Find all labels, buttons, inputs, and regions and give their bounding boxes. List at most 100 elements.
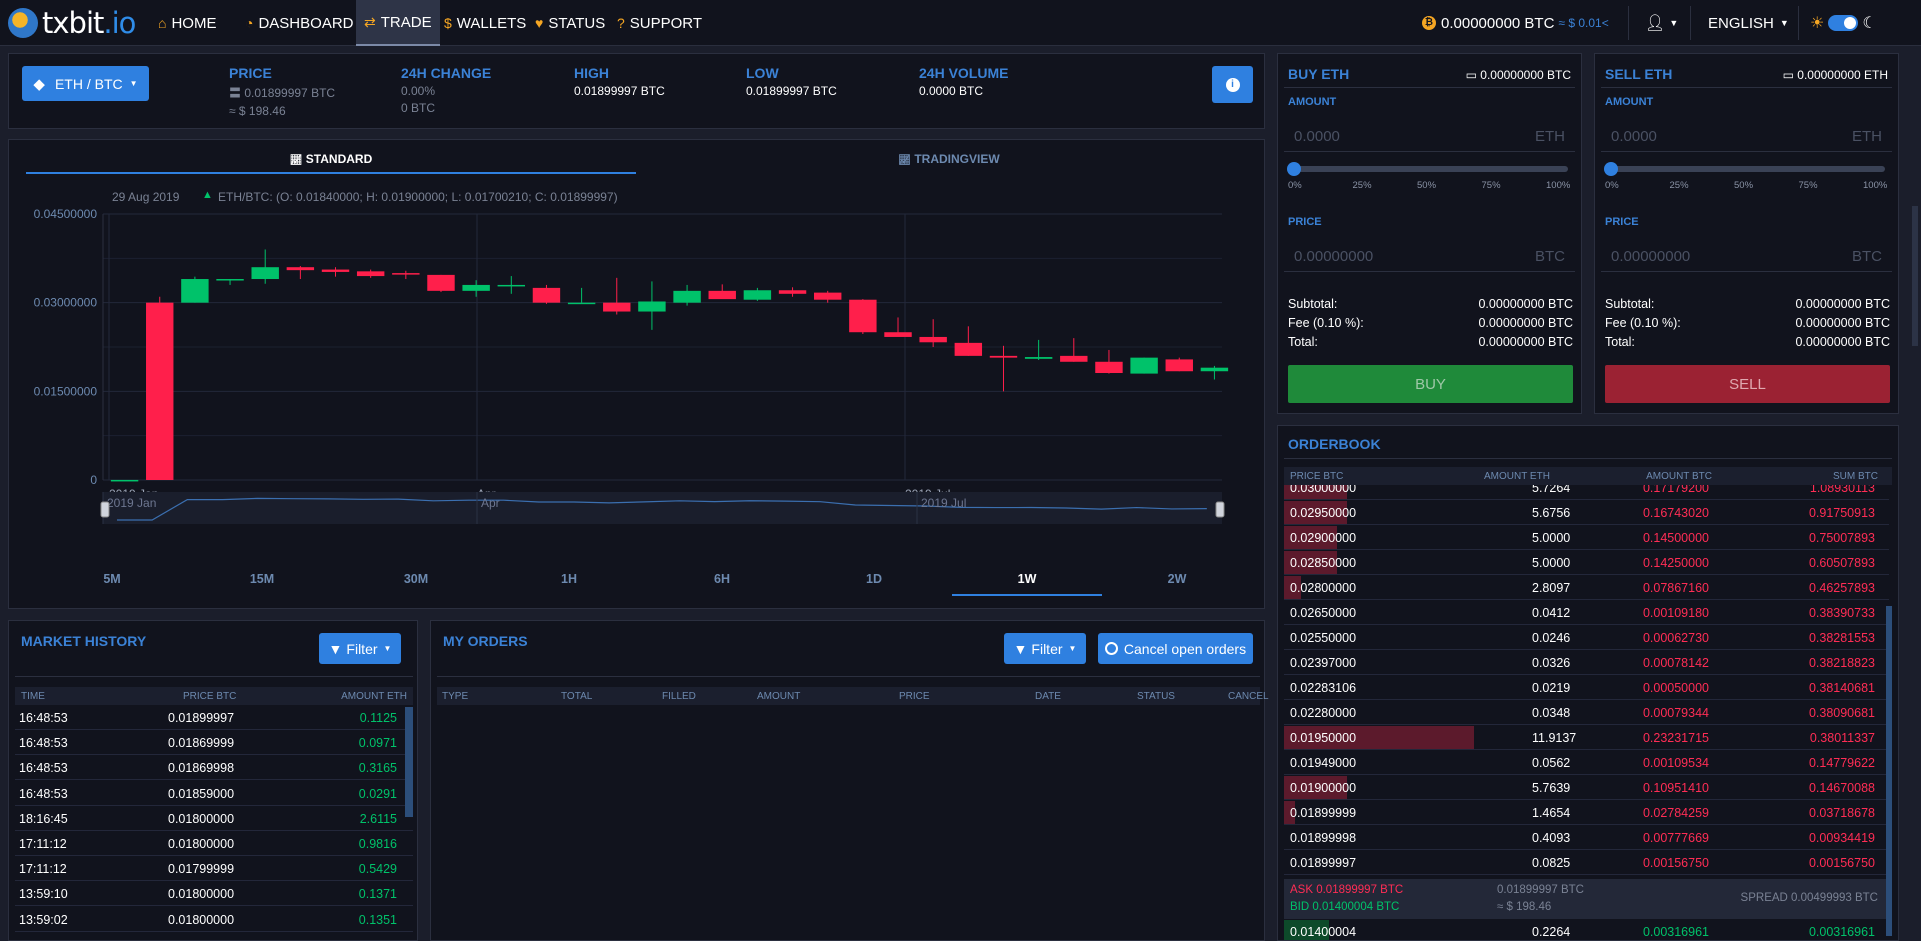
orderbook-ask-row[interactable]: 0.02800000 2.8097 0.07867160 0.46257893 [1284,575,1889,600]
user-menu[interactable]: 👤︎ ▼ [1645,0,1678,46]
nav-support[interactable]: ? SUPPORT [609,0,710,46]
timeframe-5m[interactable]: 5M [37,572,187,596]
mo-col-cancel[interactable]: CANCEL [1228,691,1269,702]
mo-col-type[interactable]: TYPE [442,691,468,702]
navigator-handle[interactable] [1215,501,1225,518]
orderbook-ask-row[interactable]: 0.02280000 0.0348 0.00079344 0.38090681 [1284,700,1889,725]
market-history-row[interactable]: 18:16:45 0.01800000 2.6115 [15,806,413,831]
buy-percent-label[interactable]: 0% [1288,180,1302,191]
market-history-row[interactable]: 16:48:53 0.01869998 0.3165 [15,755,413,781]
buy-percent-label[interactable]: 100% [1546,180,1570,191]
ask-amount: 0.0348 [1532,705,1571,720]
timeframe-1w[interactable]: 1W [952,572,1102,596]
ticker-panel: ◆ ETH / BTC ▼ PRICE 〓 0.01899997 BTC ≈ $… [8,53,1265,129]
buy-percent-label[interactable]: 25% [1353,180,1372,191]
orderbook-ask-row[interactable]: 0.02283106 0.0219 0.00050000 0.38140681 [1284,675,1889,700]
mo-col-date[interactable]: DATE [1035,691,1061,702]
market-history-row[interactable]: 16:48:53 0.01899997 0.1125 [15,705,413,730]
sell-percent-label[interactable]: 25% [1670,180,1689,191]
buy-percent-label[interactable]: 50% [1417,180,1436,191]
nav-status[interactable]: ♥ STATUS [527,0,613,46]
buy-amount-slider[interactable] [1287,162,1568,176]
market-history-row[interactable]: 17:11:12 0.01799999 0.5429 [15,856,413,882]
orderbook-ask-row[interactable]: 0.01950000 11.9137 0.23231715 0.38011337 [1284,725,1889,750]
orderbook-ask-row[interactable]: 0.02550000 0.0246 0.00062730 0.38281553 [1284,625,1889,650]
cancel-open-orders-button[interactable]: Cancel open orders [1098,633,1253,664]
ban-icon [1104,642,1118,655]
pair-selector[interactable]: ◆ ETH / BTC ▼ [22,66,149,101]
buy-amount-input[interactable]: 0.0000 ETH [1284,122,1575,152]
toggle-switch[interactable] [1828,15,1859,31]
language-selector[interactable]: ENGLISH ▼ [1708,0,1789,46]
market-history-row[interactable]: 13:59:10 0.01800000 0.1371 [15,881,413,907]
timeframe-1d[interactable]: 1D [799,572,949,596]
orderbook-asks[interactable]: 0.03000000 5.7264 0.17179200 1.08930113 0.02… [1284,485,1889,885]
orderbook-ask-row[interactable]: 0.02850000 5.0000 0.14250000 0.60507893 [1284,550,1889,575]
buy-button[interactable]: BUY [1288,365,1573,403]
orderbook-ask-row[interactable]: 0.01900000 5.7639 0.10951410 0.14670088 [1284,775,1889,800]
orderbook-ask-row[interactable]: 0.01899998 0.4093 0.00777669 0.00934419 [1284,825,1889,850]
nav-dashboard[interactable]: ◔ DASHBOARD [237,0,362,46]
sell-amount-slider[interactable] [1604,162,1885,176]
timeframe-2w[interactable]: 2W [1102,572,1252,596]
mh-price: 0.01899997 [168,711,235,725]
market-history-row[interactable]: 16:48:53 0.01869999 0.0971 [15,730,413,756]
candle-body [673,290,701,303]
nav-trade[interactable]: ⇄ TRADE [356,0,440,46]
logo[interactable]: txbit.io [8,6,158,40]
orderbook-ask-row[interactable]: 0.01899999 1.4654 0.02784259 0.03718678 [1284,800,1889,825]
buy-price-input[interactable]: 0.00000000 BTC [1284,242,1575,272]
page-scrollbar-track[interactable] [1910,46,1921,941]
navigator-handle[interactable] [100,501,110,518]
mo-col-price[interactable]: PRICE [899,691,930,702]
market-history-scrollbar[interactable] [405,707,413,817]
buy-percent-label[interactable]: 75% [1482,180,1501,191]
candlestick-chart[interactable]: 0.04500000 0.03000000 0.01500000 0 2019 Jan A… [9,200,1266,560]
sell-percent-label[interactable]: 0% [1605,180,1619,191]
sell-button[interactable]: SELL [1605,365,1890,403]
mo-col-status[interactable]: STATUS [1137,691,1175,702]
sell-slider-handle[interactable] [1604,162,1618,176]
timeframe-30m[interactable]: 30M [341,572,491,596]
orderbook-ask-row[interactable]: 0.03000000 5.7264 0.17179200 1.08930113 [1284,485,1889,500]
market-history-list[interactable]: 16:48:53 0.01899997 0.1125 16:48:53 0.018699… [15,705,413,940]
sell-percent-labels: 0% 25% 50% 75% 100% [1605,180,1892,192]
market-history-row[interactable]: 16:48:53 0.01859000 0.0291 [15,781,413,806]
balance-display[interactable]: ₿ 0.00000000 BTC ≈ $ 0.01< [1422,0,1609,46]
nav-wallets[interactable]: $ WALLETS [436,0,534,46]
mh-amount: 2.6115 [359,811,397,826]
info-button[interactable]: i [1212,66,1253,103]
timeframe-6h[interactable]: 6H [647,572,797,596]
my-orders-filter-button[interactable]: ▼ Filter ▼ [1004,633,1086,664]
orderbook-ask-row[interactable]: 0.02397000 0.0326 0.00078142 0.38218823 [1284,650,1889,675]
sell-price-input[interactable]: 0.00000000 BTC [1601,242,1892,272]
sell-percent-label[interactable]: 100% [1863,180,1887,191]
market-history-row[interactable]: 13:59:02 0.01800000 0.1351 [15,907,413,932]
timeframe-1h[interactable]: 1H [494,572,644,596]
caret-down-icon: ▼ [1779,18,1789,28]
orderbook-ask-row[interactable]: 0.02650000 0.0412 0.00109180 0.38390733 [1284,600,1889,625]
orderbook-ask-row[interactable]: 0.02900000 5.0000 0.14500000 0.75007893 [1284,525,1889,550]
theme-toggle[interactable]: ☀ ☾ [1810,0,1877,46]
sell-percent-label[interactable]: 75% [1799,180,1818,191]
mo-col-amount[interactable]: AMOUNT [757,691,800,702]
tab-standard[interactable]: 📈︎ STANDARD [26,152,636,174]
page-scrollbar-thumb[interactable] [1912,206,1918,346]
orderbook-ask-row[interactable]: 0.02950000 5.6756 0.16743020 0.91750913 [1284,500,1889,525]
chart-panel: 📈︎ STANDARD 📈︎ TRADINGVIEW 29 Aug 2019 ▲… [8,139,1265,609]
orderbook-bid-row[interactable]: 0.01400004 0.2264 0.00316961 0.00316961 [1284,919,1889,940]
sell-amount-input[interactable]: 0.0000 ETH [1601,122,1892,152]
mo-col-total[interactable]: TOTAL [561,691,592,702]
sell-percent-label[interactable]: 50% [1734,180,1753,191]
orderbook-ask-row[interactable]: 0.01899997 0.0825 0.00156750 0.00156750 [1284,850,1889,875]
tab-tradingview[interactable]: 📈︎ TRADINGVIEW [649,152,1249,174]
market-history-filter-button[interactable]: ▼ Filter ▼ [319,633,401,664]
nav-label: SUPPORT [629,14,703,32]
mo-col-filled[interactable]: FILLED [662,691,696,702]
orderbook-ask-row[interactable]: 0.01949000 0.0562 0.00109534 0.14779622 [1284,750,1889,775]
nav-home[interactable]: ⌂ HOME [150,0,224,46]
timeframe-15m[interactable]: 15M [187,572,337,596]
market-history-row[interactable]: 17:11:12 0.01800000 0.9816 [15,831,413,856]
orderbook-scrollbar[interactable] [1886,606,1892,936]
buy-slider-handle[interactable] [1287,162,1301,176]
